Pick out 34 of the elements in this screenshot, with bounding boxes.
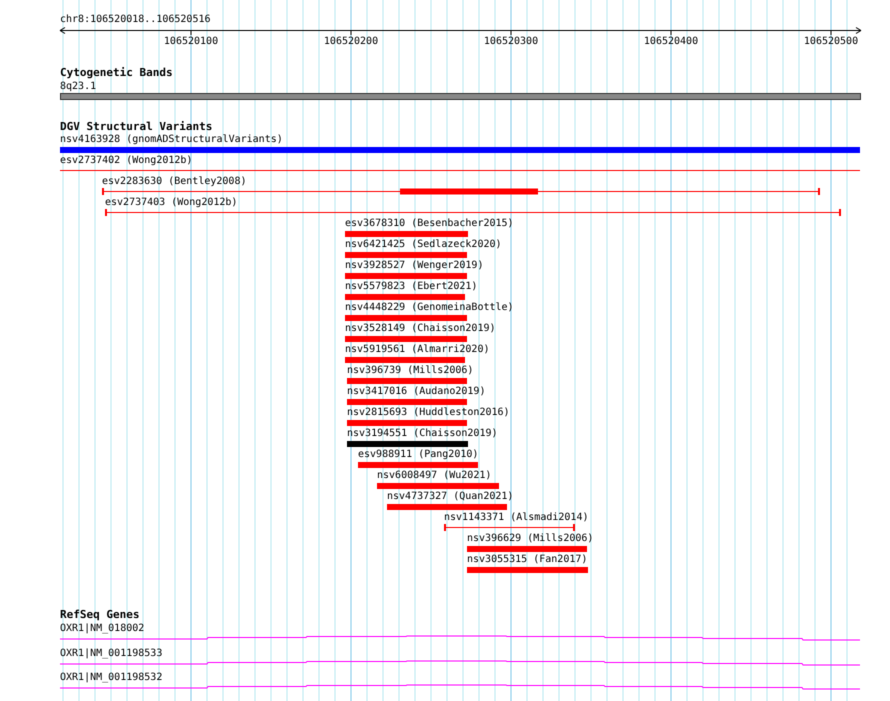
track-title: RefSeq Genes bbox=[60, 609, 140, 621]
location-label: chr8:106520018..106520516 bbox=[60, 14, 211, 26]
variant-label: nsv396629 (Mills2006) bbox=[467, 533, 594, 545]
variant-label: nsv3055315 (Fan2017) bbox=[467, 554, 588, 566]
variant-label: nsv3528149 (Chaisson2019) bbox=[345, 323, 496, 335]
variant-label: nsv4737327 (Quan2021) bbox=[387, 491, 514, 503]
variant-label: nsv6421425 (Sedlazeck2020) bbox=[345, 239, 502, 251]
tick-label: 106520100 bbox=[162, 36, 220, 48]
variant-label: nsv2815693 (Huddleston2016) bbox=[347, 407, 510, 419]
variant-label: nsv4448229 (GenomeinaBottle) bbox=[345, 302, 514, 314]
variant-label: esv3678310 (Besenbacher2015) bbox=[345, 218, 514, 230]
band-label: 8q23.1 bbox=[60, 81, 96, 93]
variant-label: nsv1143371 (Alsmadi2014) bbox=[444, 512, 588, 524]
variant-label: nsv4163928 (gnomADStructuralVariants) bbox=[60, 134, 283, 146]
variant-label: nsv5919561 (Almarri2020) bbox=[345, 344, 490, 356]
variant-label: nsv6008497 (Wu2021) bbox=[377, 470, 492, 482]
track-title: DGV Structural Variants bbox=[60, 121, 212, 133]
gene-label: OXR1|NM_001198532 bbox=[60, 672, 162, 684]
variant-label: esv2737403 (Wong2012b) bbox=[105, 197, 238, 209]
variant-label: nsv396739 (Mills2006) bbox=[347, 365, 474, 377]
variant-label: esv2283630 (Bentley2008) bbox=[102, 176, 246, 188]
variant-label: nsv3194551 (Chaisson2019) bbox=[347, 428, 498, 440]
track-title: Cytogenetic Bands bbox=[60, 67, 173, 79]
tick-label: 106520300 bbox=[482, 36, 540, 48]
tick-label: 106520200 bbox=[322, 36, 380, 48]
gene-label: OXR1|NM_018002 bbox=[60, 623, 144, 635]
variant-label: nsv5579823 (Ebert2021) bbox=[345, 281, 478, 293]
variant-label: nsv3928527 (Wenger2019) bbox=[345, 260, 484, 272]
variant-label: nsv3417016 (Audano2019) bbox=[347, 386, 486, 398]
tick-label: 106520500 bbox=[802, 36, 860, 48]
variant-label: esv2737402 (Wong2012b) bbox=[60, 155, 192, 167]
tick-label: 106520400 bbox=[642, 36, 700, 48]
gene-label: OXR1|NM_001198533 bbox=[60, 648, 162, 660]
variant-label: esv988911 (Pang2010) bbox=[358, 449, 478, 461]
